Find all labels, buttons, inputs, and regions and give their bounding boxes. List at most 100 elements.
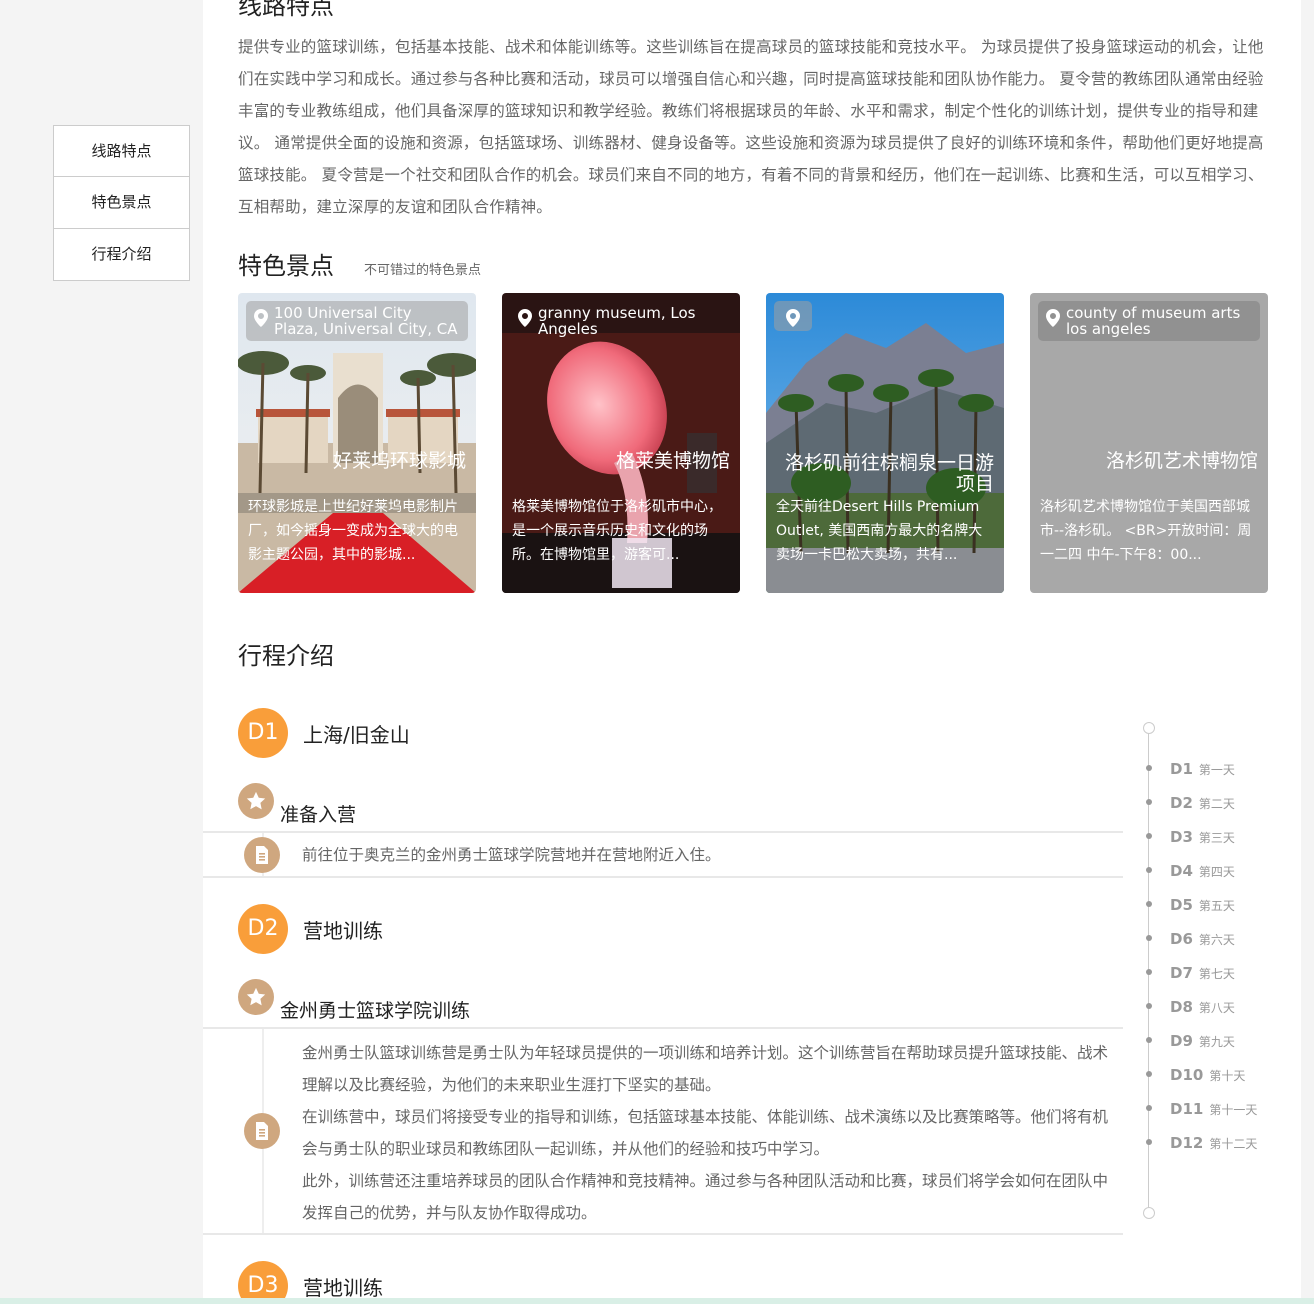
spot-desc: 格莱美博物馆位于洛杉矶市中心，是一个展示音乐历史和文化的场所。在博物馆里，游客可… bbox=[512, 499, 722, 563]
timeline-day-label: 第四天 bbox=[1198, 865, 1235, 879]
timeline-dot bbox=[1146, 765, 1152, 771]
timeline-dot bbox=[1146, 799, 1152, 805]
spot-desc: 环球影城是上世纪好莱坞电影制片厂，如今摇身一变成为全球大的电影主题公园，其中的影… bbox=[248, 499, 458, 563]
spot-address: county of museum arts los angeles bbox=[1038, 301, 1260, 341]
nav-item-spots[interactable]: 特色景点 bbox=[53, 177, 190, 229]
spot-card[interactable]: county of museum arts los angeles 洛杉矶艺术博… bbox=[1030, 293, 1268, 593]
document-icon bbox=[244, 837, 280, 873]
timeline-day-label: 第六天 bbox=[1198, 933, 1235, 947]
activity-desc-text: 在训练营中，球员们将接受专业的指导和训练，包括篮球基本技能、体能训练、战术演练以… bbox=[302, 1108, 1109, 1158]
timeline-item-d7[interactable]: D7 第七天 bbox=[1145, 964, 1235, 982]
features-title: 线路特点 bbox=[238, 0, 334, 20]
main-content: 线路特点 提供专业的篮球训练，包括基本技能、战术和体能训练等。这些训练旨在提高球… bbox=[203, 0, 1301, 1304]
activity-desc: 前往位于奥克兰的金州勇士篮球学院营地并在营地附近入住。 bbox=[203, 831, 1123, 878]
spot-address-text: county of museum arts los angeles bbox=[1066, 304, 1241, 338]
spot-card[interactable]: granny museum, Los Angeles 格莱美博物馆 格莱美博物馆… bbox=[502, 293, 740, 593]
activity-desc-text: 前往位于奥克兰的金州勇士篮球学院营地并在营地附近入住。 bbox=[302, 846, 721, 864]
left-nav: 线路特点 特色景点 行程介绍 bbox=[53, 125, 190, 281]
timeline-day-code: D11 bbox=[1170, 1100, 1204, 1118]
spots-header: 特色景点 不可错过的特色景点 bbox=[238, 246, 481, 281]
location-pin-icon bbox=[254, 309, 268, 327]
timeline-item-d10[interactable]: D10 第十天 bbox=[1145, 1066, 1245, 1084]
timeline-cap bbox=[1143, 722, 1155, 734]
timeline-day-label: 第二天 bbox=[1198, 797, 1235, 811]
timeline-day-code: D2 bbox=[1170, 794, 1193, 812]
day-timeline: D1 第一天 D2 第二天 D3 第三天 D4 第四天 D5 第五天 D6 第六天 D7 第七天 D8 第八天… bbox=[1143, 722, 1295, 1222]
activity-header: 准备入营 bbox=[238, 783, 356, 826]
timeline-dot bbox=[1146, 935, 1152, 941]
spot-name: 好莱坞环球影城 bbox=[332, 450, 466, 472]
spot-name: 格莱美博物馆 bbox=[615, 450, 730, 472]
timeline-item-d2[interactable]: D2 第二天 bbox=[1145, 794, 1235, 812]
spots-subtitle: 不可错过的特色景点 bbox=[364, 263, 482, 278]
spot-card[interactable]: 100 Universal City Plaza, Universal City… bbox=[238, 293, 476, 593]
timeline-day-label: 第十二天 bbox=[1209, 1137, 1258, 1151]
document-icon bbox=[244, 1113, 280, 1149]
timeline-dot bbox=[1146, 867, 1152, 873]
timeline-item-d6[interactable]: D6 第六天 bbox=[1145, 930, 1235, 948]
day-header: D1 上海/旧金山 bbox=[238, 708, 410, 758]
timeline-dot bbox=[1146, 1071, 1152, 1077]
spot-desc: 全天前往Desert Hills Premium Outlet, 美国西南方最大… bbox=[776, 499, 983, 563]
timeline-day-code: D6 bbox=[1170, 930, 1193, 948]
timeline-item-d12[interactable]: D12 第十二天 bbox=[1145, 1134, 1257, 1152]
timeline-day-label: 第十天 bbox=[1209, 1069, 1246, 1083]
timeline-day-code: D1 bbox=[1170, 760, 1193, 778]
location-pin-icon bbox=[1046, 309, 1060, 327]
spot-desc: 洛杉矶艺术博物馆位于美国西部城市--洛杉矶。 <BR>开放时间：周一二四 中午-… bbox=[1040, 499, 1252, 563]
timeline-item-d3[interactable]: D3 第三天 bbox=[1145, 828, 1235, 846]
day-name: 上海/旧金山 bbox=[303, 722, 410, 747]
timeline-day-code: D8 bbox=[1170, 998, 1193, 1016]
nav-item-itinerary[interactable]: 行程介绍 bbox=[53, 229, 190, 281]
timeline-day-code: D7 bbox=[1170, 964, 1193, 982]
spots-title: 特色景点 bbox=[238, 252, 334, 280]
spot-address-text: 100 Universal City Plaza, Universal City… bbox=[274, 304, 458, 338]
day-badge: D1 bbox=[238, 708, 288, 758]
location-pin-icon bbox=[786, 309, 800, 327]
timeline-item-d9[interactable]: D9 第九天 bbox=[1145, 1032, 1235, 1050]
timeline-item-d1[interactable]: D1 第一天 bbox=[1145, 760, 1235, 778]
timeline-day-code: D12 bbox=[1170, 1134, 1204, 1152]
day-badge: D2 bbox=[238, 904, 288, 954]
spot-address: granny museum, Los Angeles bbox=[510, 301, 732, 341]
timeline-item-d5[interactable]: D5 第五天 bbox=[1145, 896, 1235, 914]
timeline-item-d4[interactable]: D4 第四天 bbox=[1145, 862, 1235, 880]
itinerary-title: 行程介绍 bbox=[238, 642, 334, 670]
timeline-dot bbox=[1146, 1003, 1152, 1009]
timeline-day-label: 第七天 bbox=[1198, 967, 1235, 981]
activity-header: 金州勇士篮球学院训练 bbox=[238, 979, 470, 1022]
star-icon bbox=[238, 783, 274, 819]
timeline-dot bbox=[1146, 833, 1152, 839]
activity-name: 准备入营 bbox=[280, 804, 357, 826]
day-name: 营地训练 bbox=[303, 918, 383, 943]
star-icon bbox=[238, 979, 274, 1015]
timeline-day-code: D10 bbox=[1170, 1066, 1204, 1084]
timeline-dot bbox=[1146, 969, 1152, 975]
spot-card[interactable]: 洛杉矶前往棕榈泉一日游项目 全天前往Desert Hills Premium O… bbox=[766, 293, 1004, 593]
spot-address bbox=[774, 301, 812, 331]
features-text: 提供专业的篮球训练，包括基本技能、战术和体能训练等。这些训练旨在提高球员的篮球技… bbox=[238, 38, 1264, 216]
timeline-day-label: 第五天 bbox=[1198, 899, 1235, 913]
timeline-dot bbox=[1146, 901, 1152, 907]
timeline-item-d8[interactable]: D8 第八天 bbox=[1145, 998, 1235, 1016]
timeline-dot bbox=[1146, 1037, 1152, 1043]
timeline-day-code: D3 bbox=[1170, 828, 1193, 846]
day-name: 营地训练 bbox=[303, 1275, 383, 1300]
activity-name: 金州勇士篮球学院训练 bbox=[280, 1000, 471, 1022]
spot-cards: 100 Universal City Plaza, Universal City… bbox=[238, 293, 1268, 593]
bottom-strip bbox=[0, 1298, 1314, 1304]
activity-desc-text: 金州勇士队篮球训练营是勇士队为年轻球员提供的一项训练和培养计划。这个训练营旨在帮… bbox=[302, 1044, 1109, 1094]
timeline-day-label: 第三天 bbox=[1198, 831, 1235, 845]
timeline-day-label: 第九天 bbox=[1198, 1035, 1235, 1049]
timeline-day-label: 第十一天 bbox=[1209, 1103, 1258, 1117]
timeline-day-code: D4 bbox=[1170, 862, 1193, 880]
timeline-dot bbox=[1146, 1139, 1152, 1145]
spot-name: 洛杉矶艺术博物馆 bbox=[1105, 450, 1258, 472]
timeline-day-code: D9 bbox=[1170, 1032, 1193, 1050]
location-pin-icon bbox=[518, 309, 532, 327]
timeline-item-d11[interactable]: D11 第十一天 bbox=[1145, 1100, 1257, 1118]
nav-item-features[interactable]: 线路特点 bbox=[53, 125, 190, 177]
activity-desc-text: 此外，训练营还注重培养球员的团队合作精神和竞技精神。通过参与各种团队活动和比赛，… bbox=[302, 1172, 1109, 1222]
spot-name: 洛杉矶前往棕榈泉一日游项目 bbox=[784, 452, 994, 495]
day-header: D2 营地训练 bbox=[238, 904, 383, 954]
